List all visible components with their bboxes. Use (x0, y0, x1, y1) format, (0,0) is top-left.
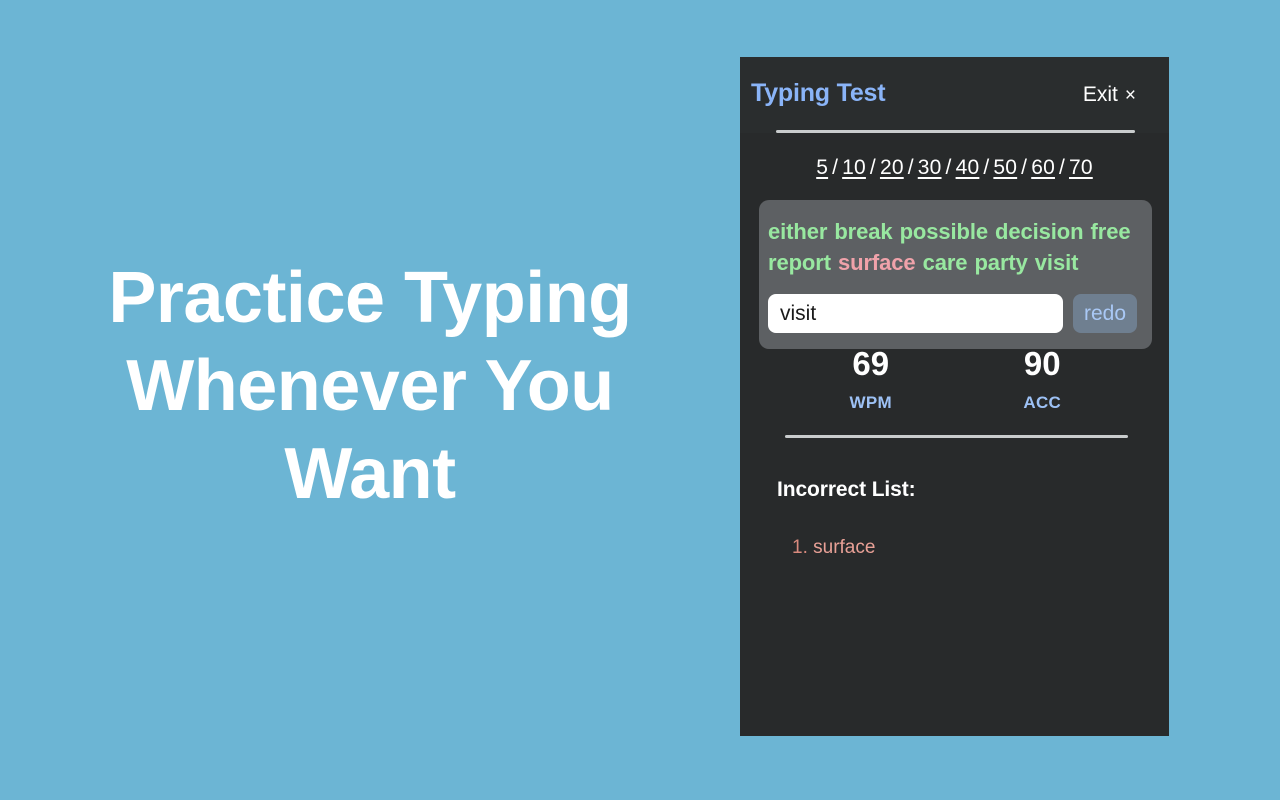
word-item: possible (899, 219, 989, 244)
stats-row: 69 WPM 90 ACC (785, 345, 1129, 413)
word-item: free (1090, 219, 1131, 244)
header-divider (776, 130, 1135, 133)
duration-separator: / (907, 156, 914, 179)
stat-acc: 90 ACC (957, 345, 1129, 413)
duration-option-10[interactable]: 10 (842, 156, 866, 179)
word-list: either break possible decision free repo… (768, 216, 1137, 278)
exit-label: Exit (1082, 83, 1118, 106)
duration-separator: / (1021, 156, 1028, 179)
duration-option-30[interactable]: 30 (918, 156, 942, 179)
hero-headline: Practice Typing Whenever You Want (108, 258, 632, 514)
stat-wpm: 69 WPM (785, 345, 957, 413)
typing-test-panel: Typing Test Exit × 5/10/20/30/40/50/60/7… (740, 57, 1169, 736)
stat-label: WPM (849, 392, 892, 412)
stat-value: 69 (852, 345, 890, 382)
duration-separator: / (832, 156, 839, 179)
word-item: either (768, 219, 828, 244)
typing-input[interactable] (768, 294, 1063, 334)
duration-option-50[interactable]: 50 (993, 156, 1017, 179)
incorrect-list-title: Incorrect List: (777, 478, 916, 501)
duration-separator: / (983, 156, 990, 179)
duration-separator: / (1058, 156, 1066, 179)
exit-button[interactable]: Exit × (1083, 83, 1136, 107)
list-item-number: 1. (792, 537, 814, 558)
duration-selector: 5/10/20/30/40/50/60/70 (740, 156, 1169, 180)
duration-option-70[interactable]: 70 (1069, 156, 1093, 179)
word-item: break (834, 219, 893, 244)
incorrect-list: 1. surface (792, 533, 875, 563)
duration-option-40[interactable]: 40 (956, 156, 980, 179)
word-item: decision (995, 219, 1084, 244)
duration-option-20[interactable]: 20 (880, 156, 904, 179)
word-item: party (974, 250, 1028, 276)
close-icon: × (1124, 85, 1136, 106)
duration-separator: / (945, 156, 952, 179)
page-title: Typing Test (751, 79, 886, 107)
stat-label: ACC (1023, 392, 1062, 412)
duration-separator: / (869, 156, 876, 179)
duration-option-60[interactable]: 60 (1031, 156, 1055, 179)
word-item: report (768, 250, 831, 276)
redo-button[interactable]: redo (1073, 294, 1137, 334)
word-item: surface (837, 250, 916, 276)
word-item: visit (1034, 250, 1079, 276)
list-item-word: surface (813, 537, 876, 558)
word-item: care (922, 250, 968, 276)
panel-header: Typing Test Exit × (740, 57, 1169, 133)
word-display-card: either break possible decision free repo… (759, 200, 1152, 350)
input-row: redo (768, 294, 1137, 334)
stat-value: 90 (1023, 345, 1061, 382)
stats-divider (785, 435, 1128, 438)
duration-option-5[interactable]: 5 (816, 156, 828, 179)
list-item: 1. surface (792, 533, 875, 563)
